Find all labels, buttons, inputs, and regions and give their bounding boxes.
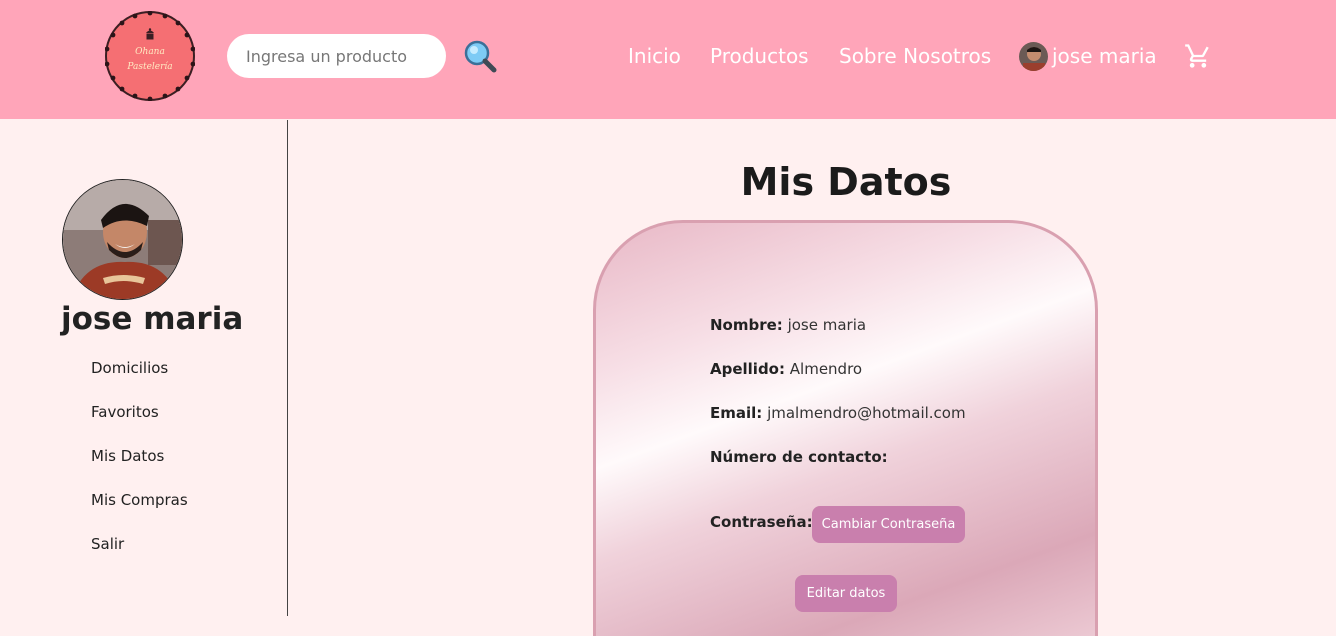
field-name-label: Nombre: [710, 316, 783, 334]
field-email-label: Email: [710, 404, 763, 422]
nav-user-avatar [1019, 41, 1048, 71]
change-password-button[interactable]: Cambiar Contraseña [812, 506, 965, 543]
logo-text-line1: Ohana [135, 47, 165, 57]
sidebar-item-salir[interactable]: Salir [91, 535, 124, 553]
page-title: Mis Datos [740, 160, 952, 204]
nav-user-menu[interactable]: jose maria [1019, 40, 1157, 72]
field-phone: Número de contacto: [710, 448, 888, 466]
brand-logo[interactable]: Ohana Pastelería [105, 11, 195, 101]
logo-text-line2: Pastelería [127, 62, 173, 72]
profile-avatar [62, 179, 183, 300]
sidebar-item-mis-compras[interactable]: Mis Compras [91, 491, 188, 509]
field-lastname-label: Apellido: [710, 360, 785, 378]
field-email: Email: jmalmendro@hotmail.com [710, 404, 966, 422]
sidebar-item-favoritos[interactable]: Favoritos [91, 403, 159, 421]
search-input[interactable] [227, 34, 446, 78]
field-email-value: jmalmendro@hotmail.com [767, 404, 966, 422]
field-password: Contraseña: [710, 513, 813, 531]
nav-about-link[interactable]: Sobre Nosotros [839, 42, 991, 70]
search-icon[interactable] [462, 38, 498, 74]
cart-icon[interactable] [1184, 42, 1212, 70]
nav-user-name: jose maria [1052, 44, 1157, 68]
nav-home-link[interactable]: Inicio [628, 42, 681, 70]
sidebar-item-domicilios[interactable]: Domicilios [91, 359, 168, 377]
edit-data-button[interactable]: Editar datos [795, 575, 897, 612]
logo-text: Ohana Pastelería [105, 45, 195, 75]
cupcake-icon [146, 28, 154, 40]
field-phone-label: Número de contacto: [710, 448, 888, 466]
profile-data-card [593, 220, 1098, 636]
nav-products-link[interactable]: Productos [710, 42, 809, 70]
top-header: Ohana Pastelería Inicio Productos Sobre … [0, 0, 1336, 119]
field-name: Nombre: jose maria [710, 316, 866, 334]
field-lastname-value: Almendro [789, 360, 863, 378]
field-lastname: Apellido: Almendro [710, 360, 862, 378]
field-name-value: jose maria [787, 316, 867, 334]
profile-name: jose maria [61, 301, 244, 337]
sidebar-divider [287, 120, 288, 616]
sidebar-item-mis-datos[interactable]: Mis Datos [91, 447, 164, 465]
field-password-label: Contraseña: [710, 513, 813, 531]
